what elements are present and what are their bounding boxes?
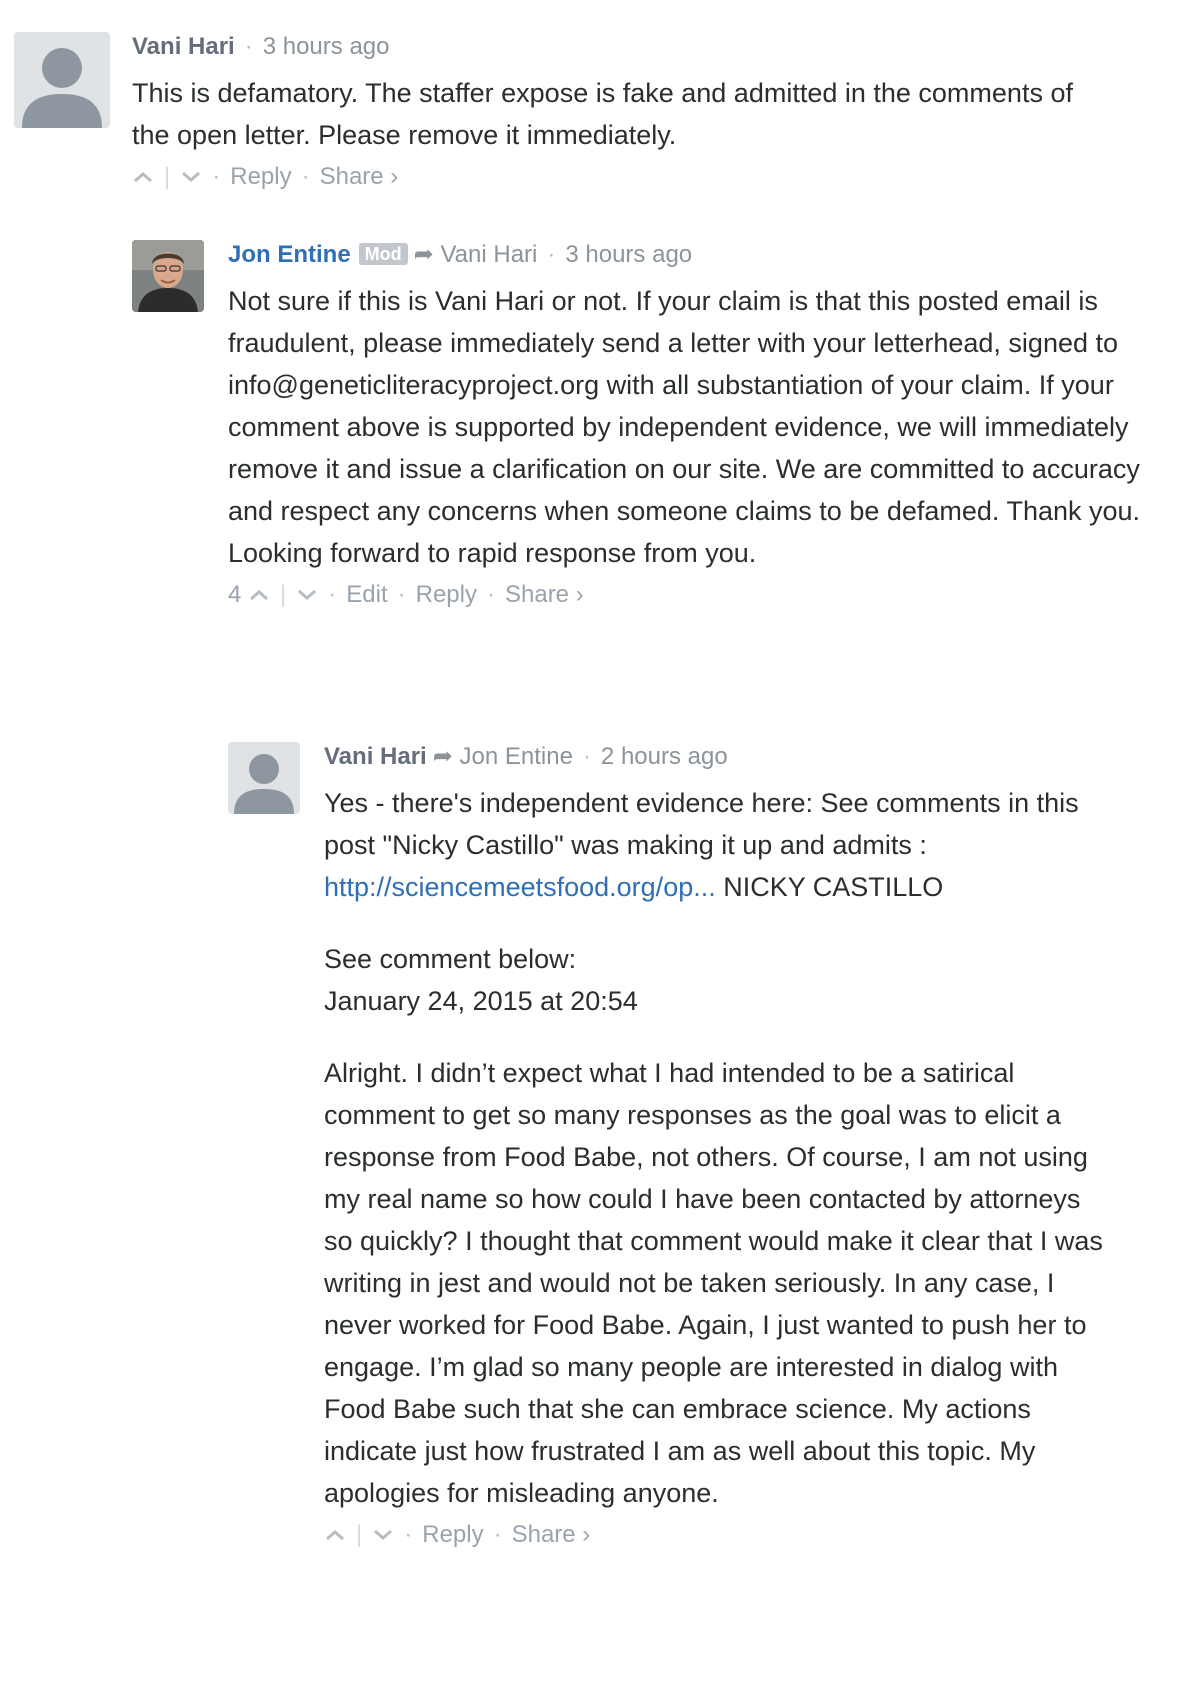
comment-text: Not sure if this is Vani Hari or not. If… (228, 280, 1168, 574)
timestamp[interactable]: 3 hours ago (263, 33, 390, 60)
timestamp[interactable]: 3 hours ago (565, 241, 692, 268)
vote-divider: | (164, 163, 171, 190)
comment-paragraph: Alright. I didn’t expect what I had inte… (324, 1058, 1103, 1508)
paragraph-text: See comment below: (324, 944, 577, 974)
share-button[interactable]: Share › (512, 1521, 591, 1548)
reply-button[interactable]: Reply (422, 1521, 483, 1548)
avatar[interactable] (14, 32, 110, 128)
comment-paragraph: Yes - there's independent evidence here:… (324, 782, 1104, 908)
timestamp[interactable]: 2 hours ago (601, 743, 728, 770)
chevron-down-icon[interactable] (180, 162, 202, 192)
comment-paragraph: This is defamatory. The staffer expose i… (132, 78, 1073, 150)
avatar[interactable] (132, 240, 204, 312)
vote-divider: | (356, 1521, 363, 1548)
comment-text: This is defamatory. The staffer expose i… (132, 72, 1112, 156)
comment-footer: | · Reply · Share › (324, 1520, 1104, 1550)
comment-link[interactable]: http://sciencemeetsfood.org/op... (324, 872, 716, 902)
comment-body: Vani Hari · 3 hours ago This is defamatory… (132, 32, 1112, 192)
reply-arrow-icon: ➦ (413, 241, 434, 268)
comment-body: Vani Hari ➦ Jon Entine · 2 hours ago Yes - … (324, 742, 1104, 1550)
separator-dot: · (582, 743, 591, 770)
comment-text: Yes - there's independent evidence here:… (324, 782, 1104, 1514)
default-avatar-icon (14, 32, 110, 128)
chevron-up-icon[interactable] (324, 1520, 346, 1550)
user-photo-avatar (132, 240, 204, 312)
author-name[interactable]: Vani Hari (324, 743, 427, 770)
separator-dot: · (397, 581, 406, 608)
reply-to-author[interactable]: Jon Entine (460, 743, 573, 770)
author-name[interactable]: Vani Hari (132, 33, 235, 60)
separator-dot: · (547, 241, 556, 268)
comment-header: Vani Hari ➦ Jon Entine · 2 hours ago (324, 742, 1104, 772)
comment-paragraph: See comment below: January 24, 2015 at 20… (324, 938, 1104, 1022)
separator-dot: · (486, 581, 495, 608)
edit-button[interactable]: Edit (346, 581, 387, 608)
share-button[interactable]: Share › (505, 581, 584, 608)
reply-to-author[interactable]: Vani Hari (440, 241, 537, 268)
paragraph-text: January 24, 2015 at 20:54 (324, 986, 638, 1016)
separator-dot: · (493, 1521, 502, 1548)
author-name[interactable]: Jon Entine (228, 241, 351, 268)
vote-divider: | (280, 581, 287, 608)
paragraph-text: NICKY CASTILLO (715, 872, 944, 902)
comment-footer: | · Reply · Share › (132, 162, 1112, 192)
reply-button[interactable]: Reply (416, 581, 477, 608)
separator-dot: · (328, 581, 337, 608)
comment-header: Vani Hari · 3 hours ago (132, 32, 1112, 62)
upvote-count: 4 (228, 581, 242, 608)
chevron-down-icon[interactable] (372, 1520, 394, 1550)
comment-body: Jon Entine Mod ➦ Vani Hari · 3 hours ago Not… (228, 240, 1168, 610)
separator-dot: · (212, 163, 221, 190)
chevron-up-icon[interactable] (132, 162, 154, 192)
chevron-down-icon[interactable] (296, 580, 318, 610)
comment-paragraph: Not sure if this is Vani Hari or not. If… (228, 286, 1141, 568)
comment-footer: 4 | · Edit · Reply · Share › (228, 580, 1168, 610)
share-button[interactable]: Share › (320, 163, 399, 190)
reply-arrow-icon: ➦ (432, 743, 453, 770)
comment-header: Jon Entine Mod ➦ Vani Hari · 3 hours ago (228, 240, 1168, 270)
reply-button[interactable]: Reply (230, 163, 291, 190)
separator-dot: · (404, 1521, 413, 1548)
paragraph-text: Yes - there's independent evidence here:… (324, 788, 1079, 860)
separator-dot: · (244, 33, 253, 60)
separator-dot: · (301, 163, 310, 190)
moderator-badge: Mod (358, 243, 408, 265)
avatar[interactable] (228, 742, 300, 814)
default-avatar-icon (228, 742, 300, 814)
chevron-up-icon[interactable] (248, 580, 270, 610)
